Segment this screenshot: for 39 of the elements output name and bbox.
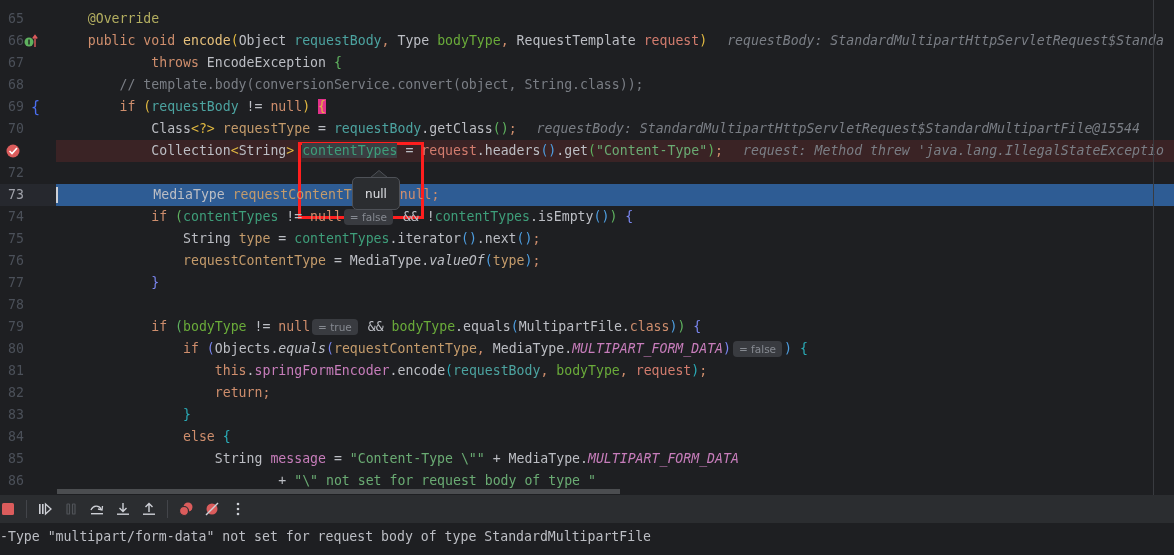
debug-value: request: Method threw 'java.lang.IllegalStateExceptio [743,143,1164,159]
line-number: 73 [7,186,24,204]
inline-value-hint: = false [732,341,783,357]
step-into-icon[interactable] [115,501,131,517]
scrollbar[interactable] [57,489,620,494]
code-text: throws EncodeException { [150,55,342,71]
code-text: + "\" not set for request body of type " [277,473,596,489]
code-text: requestContentType = MediaType.valueOf(type); [182,253,541,269]
inline-value-hint: = false [343,209,393,225]
console-line: -Type "multipart/form-data" not set for request body of type StandardMultipartFile [0,529,653,545]
code-text: String type = contentTypes.iterator().next(); [182,231,541,247]
code-text: Class<?> requestType = requestBody.getClass(); [150,121,517,137]
breakpoint-icon[interactable] [6,144,20,158]
code-text: // template.body(conversionService.convert(object, String.class)); [118,77,644,93]
code-text: } [182,407,191,423]
code-text: if (requestBody != null) { [118,99,326,115]
mute-icon[interactable] [204,501,220,517]
code-text: @Override [86,11,160,27]
gutter-brace[interactable]: { [31,96,41,118]
code-text: ) { [784,341,808,357]
code-text: if (bodyType != null [150,319,311,335]
step-out-icon[interactable] [141,501,157,517]
code-text: String message = "Content-Type \"" + MediaType.MULTIPART_FORM_DATA [213,451,739,467]
stop-icon[interactable] [0,501,16,517]
text-cursor [56,187,58,203]
override-icon[interactable] [24,34,38,48]
resume-icon[interactable] [37,501,53,517]
tooltip-pointer [370,170,388,178]
code-text: } [150,275,160,291]
breakpoints-icon[interactable] [178,501,194,517]
debug-value: requestBody: StandardMultipartHttpServletRequest$StandardMultipartFile@15544 [536,121,1140,137]
code-text: return; [213,385,271,401]
code-text: && bodyType.equals(MultipartFile.class)) { [366,319,702,335]
inline-value-hint: = true [312,319,358,335]
code-text: if (Objects.equals(requestContentType, MediaType.MULTIPART_FORM_DATA) [182,341,731,357]
code-text: public void encode(Object requestBody, Type bodyType, RequestTemplate request) [86,33,708,49]
code-text: else { [182,429,231,445]
debug-value: requestBody: StandardMultipartHttpServletRequest$Standa [727,33,1164,49]
code-text: this.springFormEncoder.encode(requestBody, bodyType, request); [213,363,708,379]
